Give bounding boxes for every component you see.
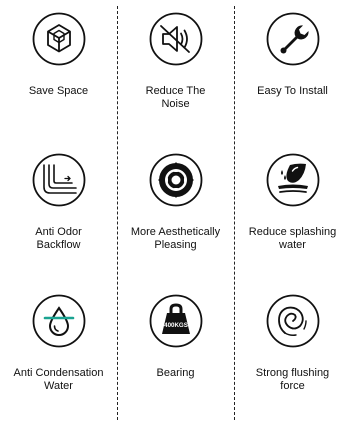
weight-badge: 400KGS [164, 322, 188, 329]
feature-anti-condensation: Anti Condensation Water [0, 284, 117, 425]
wrench-icon [266, 12, 320, 66]
feature-label: More Aesthetically Pleasing [130, 226, 221, 251]
feature-reduce-noise: Reduce The Noise [117, 2, 234, 143]
feature-easy-install: Easy To Install [234, 2, 351, 143]
feature-label: Bearing [156, 367, 195, 379]
feature-bearing: 400KGS Bearing [117, 284, 234, 425]
pipe-flow-icon [32, 153, 86, 207]
feature-label: Strong flushing force [255, 367, 330, 392]
flower-pattern-icon [149, 153, 203, 207]
feature-anti-odor: Anti Odor Backflow [0, 143, 117, 284]
feature-save-space: Save Space [0, 2, 117, 143]
feature-strong-flushing: Strong flushing force [234, 284, 351, 425]
water-drop-icon [32, 294, 86, 348]
feature-label: Reduce The Noise [145, 85, 206, 110]
weight-icon: 400KGS [149, 294, 203, 348]
feature-label: Easy To Install [257, 85, 328, 97]
cube-icon [32, 12, 86, 66]
swirl-icon [266, 294, 320, 348]
mute-speaker-icon [149, 12, 203, 66]
water-splash-icon [266, 153, 320, 207]
feature-label: Save Space [28, 85, 89, 97]
feature-reduce-splashing: Reduce splashing water [234, 143, 351, 284]
feature-aesthetic: More Aesthetically Pleasing [117, 143, 234, 284]
feature-label: Anti Odor Backflow [35, 226, 82, 251]
feature-label: Anti Condensation Water [13, 367, 104, 392]
feature-label: Reduce splashing water [248, 226, 337, 251]
